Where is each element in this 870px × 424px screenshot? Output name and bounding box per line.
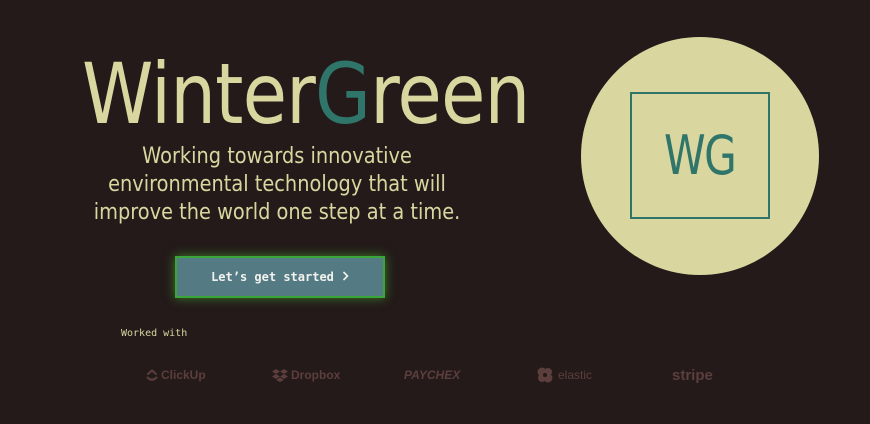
get-started-label: Let’s get started	[211, 270, 334, 284]
paychex-logo: PAYCHEX	[404, 362, 460, 388]
brand-title-part2: reen	[370, 45, 530, 143]
tagline-line-2: environmental technology that will	[108, 172, 446, 197]
monogram-text: WG	[664, 123, 737, 187]
dropbox-label: Dropbox	[291, 368, 341, 382]
elastic-icon	[535, 365, 555, 385]
paychex-label: PAYCHEX	[404, 368, 461, 382]
worked-with-heading: Worked with	[121, 328, 188, 339]
brand-title-part1: Winter	[82, 45, 316, 143]
brand-title: WinterGreen	[82, 44, 530, 144]
stripe-logo: stripe	[672, 362, 713, 388]
tagline-line-1: Working towards innovative	[142, 144, 412, 169]
dropbox-logo: Dropbox	[272, 362, 340, 388]
partner-logos: ClickUp Dropbox PAYCHEX elastic stripe	[0, 362, 870, 388]
chevron-right-icon	[342, 270, 349, 284]
clickup-label: ClickUp	[161, 368, 206, 382]
elastic-logo: elastic	[535, 362, 592, 388]
get-started-button[interactable]: Let’s get started	[175, 256, 385, 298]
clickup-logo: ClickUp	[146, 362, 206, 388]
clickup-icon	[146, 368, 158, 382]
stripe-label: stripe	[672, 366, 713, 384]
brand-title-accent: G	[315, 45, 371, 143]
tagline: Working towards innovative environmental…	[91, 143, 462, 227]
monogram-box: WG	[630, 92, 770, 219]
dropbox-icon	[272, 368, 288, 382]
tagline-line-3: improve the world one step at a time.	[93, 200, 461, 225]
elastic-label: elastic	[558, 368, 593, 382]
